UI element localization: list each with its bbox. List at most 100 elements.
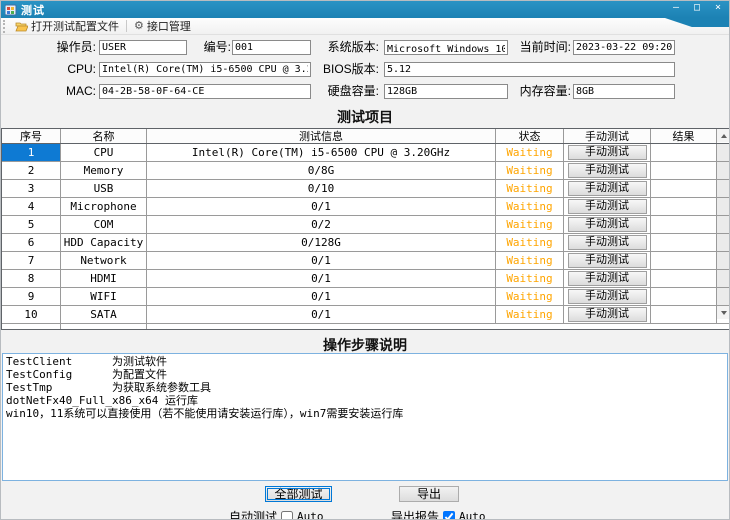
column-header-status[interactable]: 状态 [496,129,564,143]
serial-input[interactable] [232,40,311,55]
row-result-cell[interactable] [651,252,717,269]
row-name-cell[interactable]: HDMI [61,270,147,287]
current-time-input[interactable] [573,40,675,55]
row-name-cell[interactable]: Microphone [61,198,147,215]
manual-test-button[interactable]: 手动测试 [568,307,647,322]
row-no-cell[interactable]: 6 [2,234,61,251]
manual-test-button[interactable]: 手动测试 [568,217,647,232]
os-version-input[interactable] [384,40,508,55]
mac-input[interactable] [99,84,311,99]
row-info-cell[interactable]: 0/1 [147,252,496,269]
row-no-cell[interactable]: 2 [2,162,61,179]
row-no-cell[interactable]: 9 [2,288,61,305]
column-header-result[interactable]: 结果 [651,129,717,143]
row-result-cell[interactable] [651,234,717,251]
table-row[interactable]: 6 HDD Capacity 0/128G Waiting 手动测试 [2,234,730,252]
row-name-cell[interactable]: Memory [61,162,147,179]
row-result-cell[interactable] [651,306,717,323]
export-button[interactable]: 导出 [399,486,459,502]
row-result-cell[interactable] [651,162,717,179]
row-status-cell[interactable]: Waiting [496,270,564,287]
auto-test-checkbox[interactable] [281,511,293,520]
row-no-cell[interactable]: 4 [2,198,61,215]
open-config-button[interactable]: 打开测试配置文件 [11,19,123,34]
row-info-cell[interactable]: 0/1 [147,270,496,287]
row-no-cell[interactable]: 7 [2,252,61,269]
row-name-cell[interactable]: USB [61,180,147,197]
test-all-button[interactable]: 全部测试 [265,486,332,502]
table-row[interactable]: 4 Microphone 0/1 Waiting 手动测试 [2,198,730,216]
table-scroll-down[interactable] [717,306,730,319]
row-status-cell[interactable]: Waiting [496,216,564,233]
table-row[interactable]: 3 USB 0/10 Waiting 手动测试 [2,180,730,198]
manual-test-button[interactable]: 手动测试 [568,181,647,196]
table-row[interactable]: 2 Memory 0/8G Waiting 手动测试 [2,162,730,180]
manual-test-button[interactable]: 手动测试 [568,253,647,268]
row-result-cell[interactable] [651,180,717,197]
row-no-cell[interactable]: 10 [2,306,61,323]
export-report-checkbox[interactable] [443,511,455,520]
row-no-cell[interactable]: 1 [2,144,61,161]
table-scrollbar-track[interactable] [717,144,730,161]
table-row[interactable]: 8 HDMI 0/1 Waiting 手动测试 [2,270,730,288]
column-header-name[interactable]: 名称 [61,129,147,143]
table-scrollbar-track[interactable] [717,270,730,287]
row-info-cell[interactable]: 0/1 [147,288,496,305]
row-info-cell[interactable]: 0/2 [147,216,496,233]
maximize-button[interactable]: □ [690,2,704,14]
bios-version-input[interactable] [384,62,675,77]
row-info-cell[interactable]: Intel(R) Core(TM) i5-6500 CPU @ 3.20GHz [147,144,496,161]
table-scrollbar-track[interactable] [717,252,730,269]
row-info-cell[interactable]: 0/1 [147,198,496,215]
table-row[interactable]: 5 COM 0/2 Waiting 手动测试 [2,216,730,234]
row-status-cell[interactable]: Waiting [496,198,564,215]
row-result-cell[interactable] [651,198,717,215]
row-info-cell[interactable]: 0/128G [147,234,496,251]
row-no-cell[interactable]: 8 [2,270,61,287]
row-status-cell[interactable]: Waiting [496,162,564,179]
row-name-cell[interactable]: HDD Capacity [61,234,147,251]
manual-test-button[interactable]: 手动测试 [568,289,647,304]
table-row[interactable]: 9 WIFI 0/1 Waiting 手动测试 [2,288,730,306]
column-header-manual[interactable]: 手动测试 [564,129,651,143]
row-name-cell[interactable]: SATA [61,306,147,323]
row-status-cell[interactable]: Waiting [496,180,564,197]
row-result-cell[interactable] [651,270,717,287]
operator-input[interactable] [99,40,187,55]
row-status-cell[interactable]: Waiting [496,252,564,269]
table-scrollbar-track[interactable] [717,216,730,233]
row-no-cell[interactable]: 3 [2,180,61,197]
cpu-input[interactable] [99,62,311,77]
row-no-cell[interactable]: 5 [2,216,61,233]
hdd-capacity-input[interactable] [384,84,508,99]
table-scrollbar-track[interactable] [717,162,730,179]
minimize-button[interactable]: – [669,2,683,14]
manual-test-button[interactable]: 手动测试 [568,235,647,250]
title-bar[interactable]: 测试 – □ × [1,1,729,18]
column-header-no[interactable]: 序号 [2,129,61,143]
column-header-info[interactable]: 测试信息 [147,129,496,143]
row-result-cell[interactable] [651,216,717,233]
manual-test-button[interactable]: 手动测试 [568,271,647,286]
table-scrollbar-track[interactable] [717,234,730,251]
row-name-cell[interactable]: COM [61,216,147,233]
row-status-cell[interactable]: Waiting [496,288,564,305]
row-result-cell[interactable] [651,144,717,161]
row-name-cell[interactable]: Network [61,252,147,269]
ram-capacity-input[interactable] [573,84,675,99]
table-scrollbar-track[interactable] [717,180,730,197]
table-row[interactable]: 10 SATA 0/1 Waiting 手动测试 [2,306,730,324]
manual-test-button[interactable]: 手动测试 [568,163,647,178]
steps-textarea[interactable]: TestClient 为测试软件 TestConfig 为配置文件 TestTm… [2,353,728,481]
row-status-cell[interactable]: Waiting [496,144,564,161]
close-button[interactable]: × [711,2,725,14]
interface-mgmt-button[interactable]: ⚙ 接口管理 [130,19,195,34]
table-scroll-up[interactable] [717,129,730,142]
manual-test-button[interactable]: 手动测试 [568,145,647,160]
row-name-cell[interactable]: CPU [61,144,147,161]
table-row[interactable]: 7 Network 0/1 Waiting 手动测试 [2,252,730,270]
row-name-cell[interactable]: WIFI [61,288,147,305]
row-info-cell[interactable]: 0/1 [147,306,496,323]
row-result-cell[interactable] [651,288,717,305]
table-scrollbar-track[interactable] [717,288,730,305]
